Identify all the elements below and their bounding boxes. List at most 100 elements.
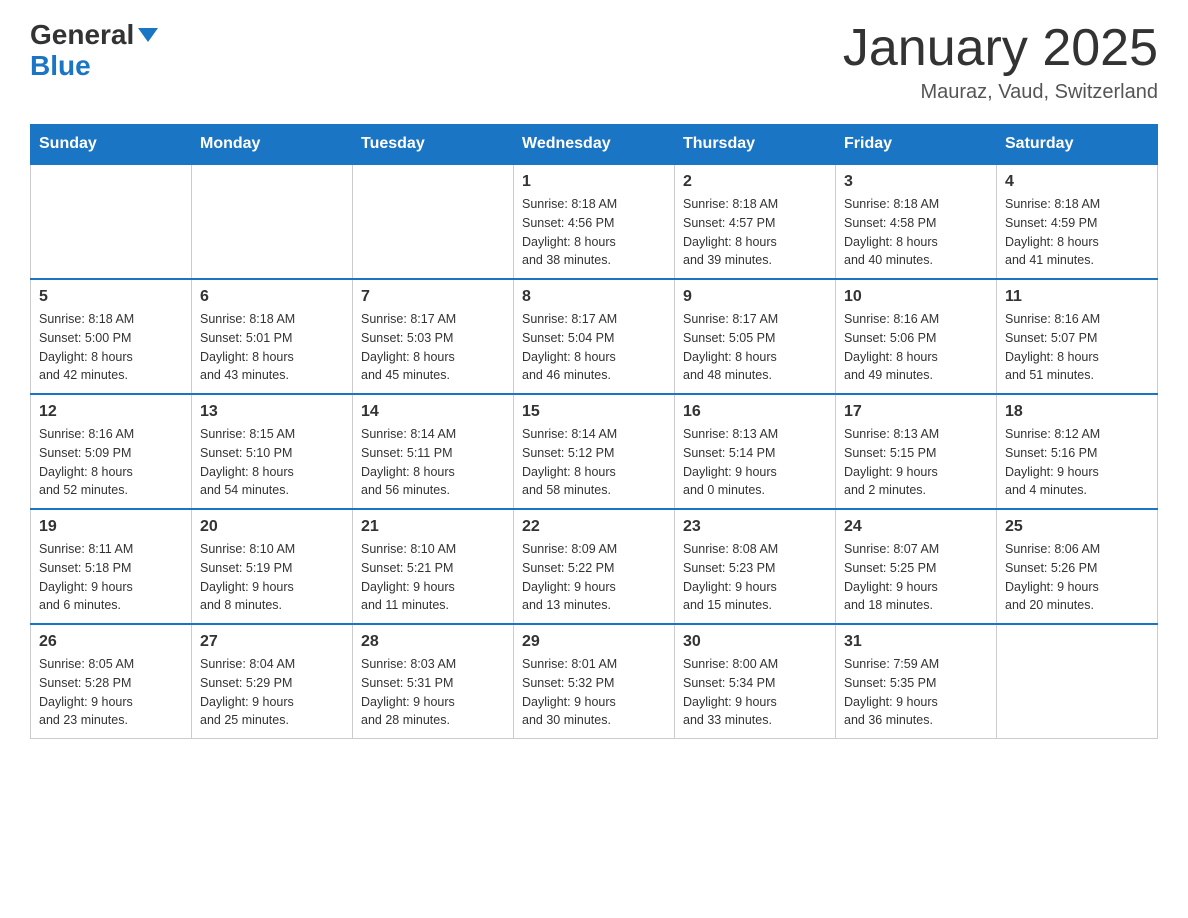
day-number: 12	[39, 403, 183, 421]
calendar-cell: 13 Sunrise: 8:15 AM Sunset: 5:10 PM Dayli…	[192, 394, 353, 509]
calendar-week-row: 5Sunrise: 8:18 AM Sunset: 5:00 PM Daylig…	[31, 279, 1158, 394]
day-info: Sunrise: 8:03 AM Sunset: 5:31 PM Dayligh…	[361, 655, 505, 730]
day-info: Sunrise: 8:05 AM Sunset: 5:28 PM Dayligh…	[39, 655, 183, 730]
calendar-table: SundayMondayTuesdayWednesdayThursdayFrid…	[30, 124, 1158, 739]
day-info: Sunrise: 8:10 AM Sunset: 5:21 PM Dayligh…	[361, 540, 505, 615]
logo-triangle-icon	[138, 28, 158, 42]
day-number: 13	[200, 403, 344, 421]
calendar-cell: 18Sunrise: 8:12 AM Sunset: 5:16 PM Dayli…	[997, 394, 1158, 509]
calendar-cell: 7 Sunrise: 8:17 AM Sunset: 5:03 PM Daylig…	[353, 279, 514, 394]
day-info: Sunrise: 8:16 AM Sunset: 5:09 PM Dayligh…	[39, 425, 183, 500]
day-info: Sunrise: 8:18 AM Sunset: 5:00 PM Dayligh…	[39, 310, 183, 385]
day-number: 10	[844, 288, 988, 306]
day-info: Sunrise: 8:18 AM Sunset: 4:56 PM Dayligh…	[522, 195, 666, 270]
day-number: 9	[683, 288, 827, 306]
logo: General Blue	[30, 20, 158, 82]
weekday-header-friday: Friday	[836, 125, 997, 165]
day-number: 3	[844, 173, 988, 191]
logo-blue-text: Blue	[30, 51, 158, 82]
day-number: 26	[39, 633, 183, 651]
day-number: 21	[361, 518, 505, 536]
day-info: Sunrise: 8:11 AM Sunset: 5:18 PM Dayligh…	[39, 540, 183, 615]
day-number: 18	[1005, 403, 1149, 421]
calendar-cell: 6 Sunrise: 8:18 AM Sunset: 5:01 PM Daylig…	[192, 279, 353, 394]
calendar-cell: 1 Sunrise: 8:18 AM Sunset: 4:56 PM Daylig…	[514, 164, 675, 279]
day-info: Sunrise: 8:16 AM Sunset: 5:06 PM Dayligh…	[844, 310, 988, 385]
day-number: 23	[683, 518, 827, 536]
calendar-cell	[997, 624, 1158, 739]
day-info: Sunrise: 8:08 AM Sunset: 5:23 PM Dayligh…	[683, 540, 827, 615]
day-number: 2	[683, 173, 827, 191]
day-number: 24	[844, 518, 988, 536]
day-number: 29	[522, 633, 666, 651]
logo-general-text: General	[30, 19, 134, 50]
day-number: 30	[683, 633, 827, 651]
day-info: Sunrise: 8:15 AM Sunset: 5:10 PM Dayligh…	[200, 425, 344, 500]
calendar-cell: 12 Sunrise: 8:16 AM Sunset: 5:09 PM Dayli…	[31, 394, 192, 509]
calendar-cell: 15 Sunrise: 8:14 AM Sunset: 5:12 PM Dayli…	[514, 394, 675, 509]
day-number: 6	[200, 288, 344, 306]
calendar-week-row: 1 Sunrise: 8:18 AM Sunset: 4:56 PM Daylig…	[31, 164, 1158, 279]
calendar-week-row: 26 Sunrise: 8:05 AM Sunset: 5:28 PM Dayli…	[31, 624, 1158, 739]
day-number: 1	[522, 173, 666, 191]
calendar-cell: 5Sunrise: 8:18 AM Sunset: 5:00 PM Daylig…	[31, 279, 192, 394]
day-info: Sunrise: 8:14 AM Sunset: 5:11 PM Dayligh…	[361, 425, 505, 500]
calendar-cell: 25 Sunrise: 8:06 AM Sunset: 5:26 PM Dayli…	[997, 509, 1158, 624]
day-number: 28	[361, 633, 505, 651]
day-info: Sunrise: 8:17 AM Sunset: 5:03 PM Dayligh…	[361, 310, 505, 385]
calendar-cell: 24Sunrise: 8:07 AM Sunset: 5:25 PM Dayli…	[836, 509, 997, 624]
day-info: Sunrise: 8:14 AM Sunset: 5:12 PM Dayligh…	[522, 425, 666, 500]
day-number: 22	[522, 518, 666, 536]
calendar-cell: 4Sunrise: 8:18 AM Sunset: 4:59 PM Daylig…	[997, 164, 1158, 279]
day-info: Sunrise: 8:18 AM Sunset: 4:59 PM Dayligh…	[1005, 195, 1149, 270]
day-info: Sunrise: 8:17 AM Sunset: 5:04 PM Dayligh…	[522, 310, 666, 385]
calendar-cell: 21 Sunrise: 8:10 AM Sunset: 5:21 PM Dayli…	[353, 509, 514, 624]
day-info: Sunrise: 8:18 AM Sunset: 4:57 PM Dayligh…	[683, 195, 827, 270]
calendar-cell: 11Sunrise: 8:16 AM Sunset: 5:07 PM Dayli…	[997, 279, 1158, 394]
day-number: 8	[522, 288, 666, 306]
calendar-cell: 22Sunrise: 8:09 AM Sunset: 5:22 PM Dayli…	[514, 509, 675, 624]
calendar-cell: 27Sunrise: 8:04 AM Sunset: 5:29 PM Dayli…	[192, 624, 353, 739]
calendar-cell	[192, 164, 353, 279]
calendar-cell: 28 Sunrise: 8:03 AM Sunset: 5:31 PM Dayli…	[353, 624, 514, 739]
calendar-cell: 8 Sunrise: 8:17 AM Sunset: 5:04 PM Daylig…	[514, 279, 675, 394]
month-title: January 2025	[843, 20, 1158, 77]
day-number: 20	[200, 518, 344, 536]
day-info: Sunrise: 8:10 AM Sunset: 5:19 PM Dayligh…	[200, 540, 344, 615]
day-info: Sunrise: 8:00 AM Sunset: 5:34 PM Dayligh…	[683, 655, 827, 730]
day-number: 7	[361, 288, 505, 306]
day-info: Sunrise: 7:59 AM Sunset: 5:35 PM Dayligh…	[844, 655, 988, 730]
weekday-header-thursday: Thursday	[675, 125, 836, 165]
calendar-cell: 9 Sunrise: 8:17 AM Sunset: 5:05 PM Daylig…	[675, 279, 836, 394]
calendar-week-row: 19 Sunrise: 8:11 AM Sunset: 5:18 PM Dayli…	[31, 509, 1158, 624]
calendar-cell: 30 Sunrise: 8:00 AM Sunset: 5:34 PM Dayli…	[675, 624, 836, 739]
calendar-cell: 16 Sunrise: 8:13 AM Sunset: 5:14 PM Dayli…	[675, 394, 836, 509]
day-info: Sunrise: 8:18 AM Sunset: 5:01 PM Dayligh…	[200, 310, 344, 385]
day-number: 31	[844, 633, 988, 651]
day-info: Sunrise: 8:04 AM Sunset: 5:29 PM Dayligh…	[200, 655, 344, 730]
day-info: Sunrise: 8:01 AM Sunset: 5:32 PM Dayligh…	[522, 655, 666, 730]
weekday-header-saturday: Saturday	[997, 125, 1158, 165]
weekday-header-wednesday: Wednesday	[514, 125, 675, 165]
day-info: Sunrise: 8:13 AM Sunset: 5:15 PM Dayligh…	[844, 425, 988, 500]
day-info: Sunrise: 8:13 AM Sunset: 5:14 PM Dayligh…	[683, 425, 827, 500]
day-number: 19	[39, 518, 183, 536]
day-number: 11	[1005, 288, 1149, 306]
day-number: 25	[1005, 518, 1149, 536]
day-number: 15	[522, 403, 666, 421]
calendar-cell: 20 Sunrise: 8:10 AM Sunset: 5:19 PM Dayli…	[192, 509, 353, 624]
calendar-cell: 10 Sunrise: 8:16 AM Sunset: 5:06 PM Dayli…	[836, 279, 997, 394]
calendar-cell: 23 Sunrise: 8:08 AM Sunset: 5:23 PM Dayli…	[675, 509, 836, 624]
day-number: 17	[844, 403, 988, 421]
weekday-header-sunday: Sunday	[31, 125, 192, 165]
calendar-cell: 17 Sunrise: 8:13 AM Sunset: 5:15 PM Dayli…	[836, 394, 997, 509]
calendar-week-row: 12 Sunrise: 8:16 AM Sunset: 5:09 PM Dayli…	[31, 394, 1158, 509]
calendar-cell	[353, 164, 514, 279]
day-info: Sunrise: 8:06 AM Sunset: 5:26 PM Dayligh…	[1005, 540, 1149, 615]
weekday-header-monday: Monday	[192, 125, 353, 165]
day-number: 16	[683, 403, 827, 421]
calendar-cell: 2 Sunrise: 8:18 AM Sunset: 4:57 PM Daylig…	[675, 164, 836, 279]
weekday-header-tuesday: Tuesday	[353, 125, 514, 165]
day-info: Sunrise: 8:17 AM Sunset: 5:05 PM Dayligh…	[683, 310, 827, 385]
calendar-cell: 3Sunrise: 8:18 AM Sunset: 4:58 PM Daylig…	[836, 164, 997, 279]
